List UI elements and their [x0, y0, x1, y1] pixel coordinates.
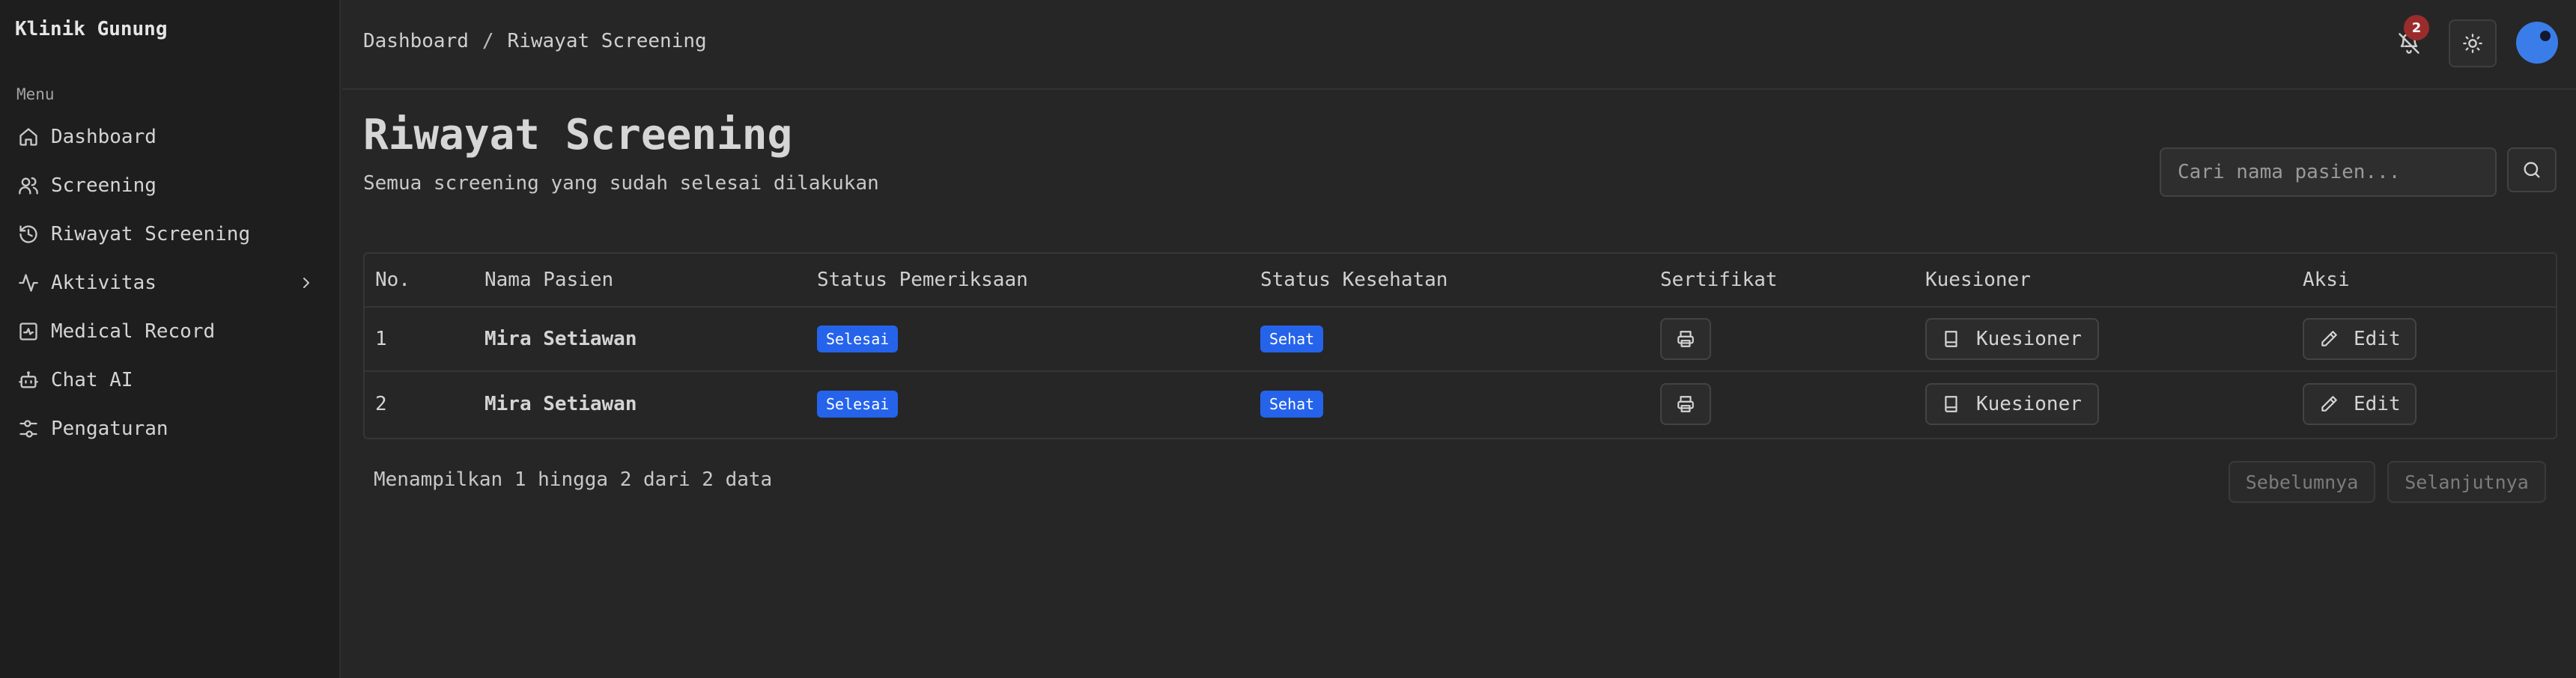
breadcrumb-current: Riwayat Screening [507, 30, 707, 52]
theme-toggle-button[interactable] [2449, 19, 2497, 67]
column-header-name: Nama Pasien [484, 269, 614, 291]
search-icon [2521, 159, 2542, 180]
health-status-badge: Sehat [1260, 326, 1324, 352]
patient-name: Mira Setiawan [484, 393, 637, 415]
printer-icon [1676, 329, 1695, 349]
avatar-status-dot [2540, 31, 2551, 41]
top-header: Dashboard / Riwayat Screening 2 [342, 0, 2576, 90]
health-status-cell: Sehat [1260, 372, 1324, 436]
sidebar-item-label: Riwayat Screening [51, 222, 251, 245]
row-number: 2 [375, 393, 387, 415]
column-header-certificate: Sertifikat [1660, 269, 1778, 291]
activity-icon [18, 272, 39, 293]
sun-icon [2462, 33, 2483, 54]
sidebar-item-chat-ai[interactable]: Chat AI [0, 355, 339, 404]
sidebar-item-medical-record[interactable]: Medical Record [0, 307, 339, 355]
menu-label: Menu [16, 85, 55, 103]
pencil-icon [2319, 329, 2339, 349]
brand-title: Klinik Gunung [15, 18, 168, 40]
column-header-action: Aksi [2303, 269, 2350, 291]
action-cell: Edit [2303, 372, 2416, 436]
pagination-summary: Menampilkan 1 hingga 2 dari 2 data [374, 468, 773, 491]
questionnaire-button[interactable]: Kuesioner [1925, 383, 2099, 425]
exam-status-cell: Selesai [817, 372, 899, 436]
table-row: 2 Mira Setiawan Selesai Sehat Kuesioner [365, 372, 2556, 436]
history-icon [18, 224, 39, 245]
sidebar: Klinik Gunung Menu Dashboard Screening R… [0, 0, 341, 678]
chevron-right-icon [297, 274, 315, 292]
health-status-cell: Sehat [1260, 308, 1324, 370]
column-header-no: No. [375, 269, 410, 291]
health-status-badge: Sehat [1260, 391, 1324, 418]
sidebar-item-label: Chat AI [51, 368, 133, 391]
printer-icon [1676, 394, 1695, 414]
breadcrumb-root[interactable]: Dashboard [363, 30, 469, 52]
medical-record-icon [18, 321, 39, 342]
print-certificate-button[interactable] [1660, 318, 1711, 360]
exam-status-badge: Selesai [817, 391, 899, 418]
sidebar-item-label: Screening [51, 174, 157, 197]
sidebar-item-riwayat-screening[interactable]: Riwayat Screening [0, 210, 339, 258]
patient-name: Mira Setiawan [484, 328, 637, 350]
edit-button-label: Edit [2354, 328, 2401, 350]
table-row: 1 Mira Setiawan Selesai Sehat Kuesioner [365, 308, 2556, 372]
questionnaire-cell: Kuesioner [1925, 308, 2099, 370]
previous-page-button[interactable]: Sebelumnya [2229, 461, 2375, 503]
certificate-cell [1660, 372, 1711, 436]
page-title: Riwayat Screening [363, 111, 793, 159]
exam-status-cell: Selesai [817, 308, 899, 370]
sidebar-item-label: Medical Record [51, 320, 216, 343]
settings-sliders-icon [18, 418, 39, 439]
screening-table: No. Nama Pasien Status Pemeriksaan Statu… [363, 252, 2557, 439]
home-icon [18, 126, 39, 147]
avatar[interactable] [2516, 22, 2558, 64]
print-certificate-button[interactable] [1660, 383, 1711, 425]
breadcrumb: Dashboard / Riwayat Screening [363, 30, 707, 52]
questionnaire-button[interactable]: Kuesioner [1925, 318, 2099, 360]
column-header-questionnaire: Kuesioner [1925, 269, 2031, 291]
action-cell: Edit [2303, 308, 2416, 370]
notification-count-badge: 2 [2404, 15, 2429, 40]
users-icon [18, 175, 39, 196]
search-button[interactable] [2507, 147, 2557, 192]
sidebar-item-aktivitas[interactable]: Aktivitas [0, 258, 339, 307]
sidebar-item-screening[interactable]: Screening [0, 161, 339, 210]
sidebar-item-label: Aktivitas [51, 271, 157, 294]
exam-status-badge: Selesai [817, 326, 899, 352]
questionnaire-button-label: Kuesioner [1976, 328, 2082, 350]
breadcrumb-separator: / [482, 30, 494, 52]
book-icon [1942, 329, 1961, 349]
edit-button-label: Edit [2354, 393, 2401, 415]
sidebar-item-label: Dashboard [51, 125, 157, 148]
sidebar-item-label: Pengaturan [51, 417, 168, 440]
sidebar-item-pengaturan[interactable]: Pengaturan [0, 404, 339, 453]
sidebar-nav: Dashboard Screening Riwayat Screening Ak… [0, 112, 339, 453]
table-header-row: No. Nama Pasien Status Pemeriksaan Statu… [365, 254, 2556, 308]
bot-icon [18, 370, 39, 391]
questionnaire-cell: Kuesioner [1925, 372, 2099, 436]
edit-button[interactable]: Edit [2303, 318, 2416, 360]
next-page-button[interactable]: Selanjutnya [2387, 461, 2546, 503]
page-subtitle: Semua screening yang sudah selesai dilak… [363, 172, 879, 195]
pencil-icon [2319, 394, 2339, 414]
search-input[interactable] [2160, 147, 2497, 197]
questionnaire-button-label: Kuesioner [1976, 393, 2082, 415]
certificate-cell [1660, 308, 1711, 370]
sidebar-item-dashboard[interactable]: Dashboard [0, 112, 339, 161]
column-header-exam-status: Status Pemeriksaan [817, 269, 1028, 291]
row-number: 1 [375, 328, 387, 350]
edit-button[interactable]: Edit [2303, 383, 2416, 425]
book-icon [1942, 394, 1961, 414]
column-header-health-status: Status Kesehatan [1260, 269, 1448, 291]
